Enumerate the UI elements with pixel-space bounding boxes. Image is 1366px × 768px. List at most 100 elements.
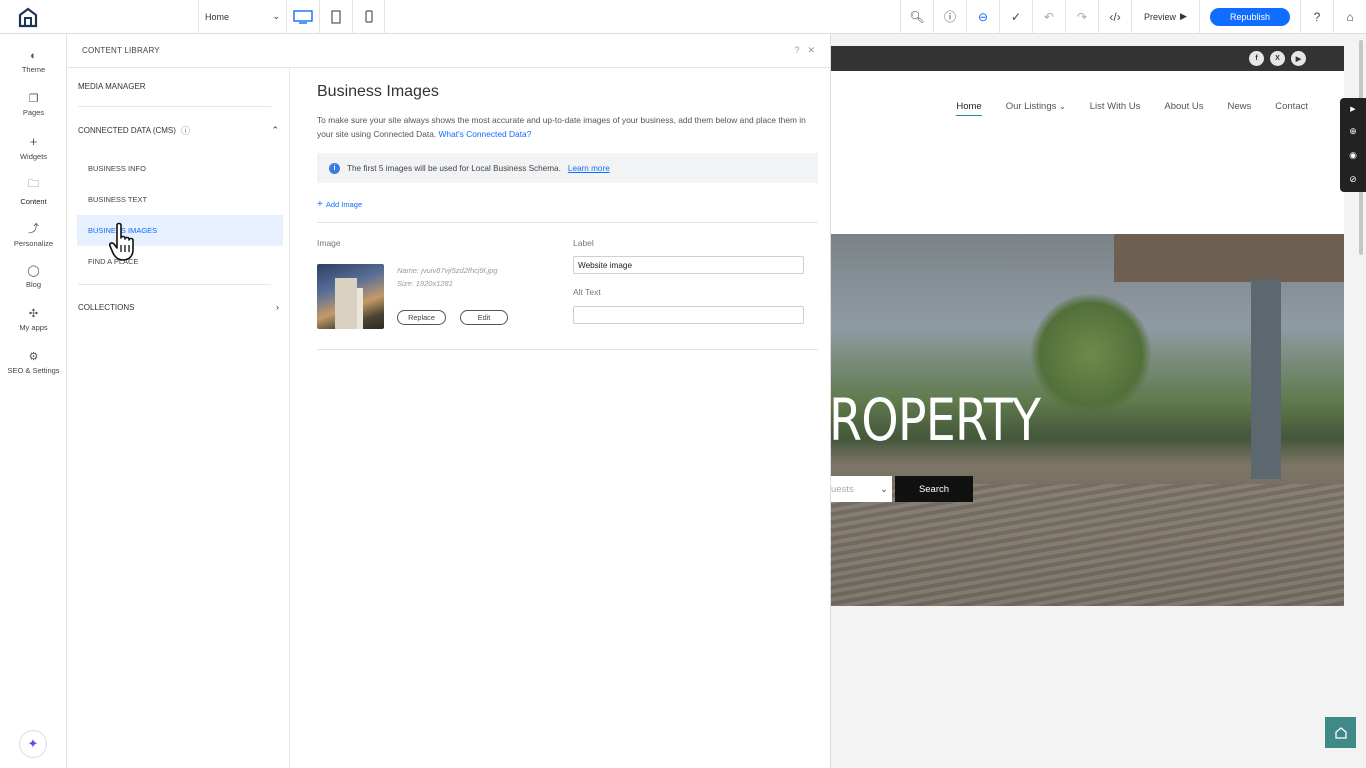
redo-button[interactable]: ↷ (1065, 0, 1098, 34)
mobile-view-button[interactable] (352, 0, 385, 34)
file-meta: Name: jvuiv87vji5zd2fhcj9l.jpg Size: 192… (397, 264, 497, 290)
site-nav-our-listings[interactable]: Our Listings ⌄ (1006, 101, 1066, 116)
page-select[interactable]: Home ⌄ (198, 0, 286, 34)
check-icon: ✓ (1011, 9, 1022, 24)
content-library-panel: CONTENT LIBRARY ? ✕ MEDIA MANAGER CONNEC… (67, 34, 831, 768)
guests-placeholder: uests (831, 483, 854, 495)
content-library-nav: MEDIA MANAGER CONNECTED DATA (CMS) ⓘ ⌃ B… (67, 68, 290, 768)
connected-data-link[interactable]: What's Connected Data? (439, 129, 532, 139)
file-name: Name: jvuiv87vji5zd2fhcj9l.jpg (397, 266, 498, 275)
youtube-icon[interactable]: ▶ (1291, 51, 1306, 66)
site-nav-our-listings-label: Our Listings (1005, 101, 1057, 112)
desktop-icon (293, 9, 313, 24)
alt-text-input[interactable] (573, 306, 804, 324)
nav-collections[interactable]: COLLECTIONS › (67, 285, 289, 329)
nav-media-manager[interactable]: MEDIA MANAGER (67, 70, 289, 102)
desktop-view-button[interactable] (286, 0, 319, 34)
sidebar-item-label: Theme (21, 64, 46, 74)
edit-button[interactable]: Edit (460, 310, 508, 325)
house-icon (1334, 726, 1347, 739)
hero-title: ROPERTY (831, 386, 1041, 454)
page-select-value: Home (205, 11, 230, 22)
page-title: Business Images (317, 83, 439, 100)
help-icon[interactable]: ? (794, 45, 799, 56)
ai-assistant-button[interactable]: ✦ (19, 730, 47, 758)
undo-icon: ↶ (1044, 9, 1055, 24)
sidebar-item-theme[interactable]: ◐ Theme (0, 40, 67, 83)
nav-business-info-label: BUSINESS INFO (88, 164, 146, 173)
preview-button[interactable]: Preview ▶ (1131, 0, 1199, 34)
site-nav-contact[interactable]: Contact (1275, 101, 1308, 116)
facebook-icon[interactable]: f (1249, 51, 1264, 66)
chevron-down-icon: ⌄ (880, 483, 888, 495)
search-icon: 🔍︎ (909, 9, 925, 24)
close-icon[interactable]: ✕ (807, 45, 815, 56)
republish-button[interactable]: Republish (1209, 7, 1290, 26)
zoom-button[interactable]: ⊖ (966, 0, 999, 34)
house-icon: ⌂ (1346, 9, 1354, 24)
sidebar-item-pages[interactable]: ❐ Pages (0, 83, 67, 126)
nav-business-text[interactable]: BUSINESS TEXT (67, 184, 289, 215)
comment-icon[interactable]: ◉ (1349, 150, 1357, 161)
left-sidebar: ◐ Theme ❐ Pages + Widgets 🗀 Content ⤴ Pe… (0, 34, 67, 768)
image-row: Image Label Name: jvuiv87vji5zd2fhcj9l.j… (317, 223, 818, 350)
sidebar-item-widgets[interactable]: + Widgets (0, 126, 67, 169)
undo-button[interactable]: ↶ (1032, 0, 1065, 34)
description-text: To make sure your site always shows the … (317, 115, 806, 139)
guests-select[interactable]: uests ⌄ (831, 476, 892, 502)
nav-find-a-place[interactable]: FIND A PLACE (67, 246, 289, 277)
gear-icon: ⚙ (28, 351, 39, 363)
add-image-label: Add Image (325, 200, 363, 209)
sidebar-item-label: SEO & Settings (7, 366, 60, 375)
alt-text-label: Alt Text (573, 287, 601, 297)
dashboard-button[interactable]: ⌂ (1333, 0, 1366, 34)
site-nav-news[interactable]: News (1227, 101, 1251, 116)
code-button[interactable]: ‹/› (1098, 0, 1131, 34)
nav-collections-label: COLLECTIONS (78, 302, 135, 312)
nav-business-info[interactable]: BUSINESS INFO (67, 153, 289, 184)
add-image-button[interactable]: + Add Image (317, 199, 818, 210)
replace-button[interactable]: Replace (397, 310, 446, 325)
nav-connected-data[interactable]: CONNECTED DATA (CMS) ⓘ ⌃ (67, 107, 289, 153)
sidebar-item-content[interactable]: 🗀 Content (0, 169, 67, 212)
check-button[interactable]: ✓ (999, 0, 1032, 34)
business-images-section: Business Images To make sure your site a… (290, 68, 831, 768)
business-image-thumbnail[interactable] (317, 264, 384, 329)
sidebar-item-label: Blog (25, 280, 41, 289)
site-preview[interactable]: f X ▶ Home Our Listings ⌄ List With Us A… (831, 46, 1344, 768)
site-home-button[interactable] (1325, 717, 1356, 748)
home-logo-icon[interactable] (0, 0, 56, 34)
site-nav-list-with-us[interactable]: List With Us (1090, 101, 1141, 116)
site-nav-about-us[interactable]: About Us (1164, 101, 1203, 116)
help-icon: ? (1313, 9, 1321, 24)
zoom-icon: ⊖ (978, 9, 989, 24)
help-button[interactable]: ? (1300, 0, 1333, 34)
chevron-down-icon: ⌄ (1059, 102, 1066, 111)
pages-icon: ❐ (28, 93, 39, 105)
sidebar-item-personalize[interactable]: ⤴ Personalize (0, 212, 67, 255)
x-icon[interactable]: X (1270, 51, 1285, 66)
site-nav-home[interactable]: Home (956, 101, 982, 116)
puzzle-icon: ✣ (28, 308, 39, 320)
file-size: Size: 1920x1281 (397, 279, 453, 288)
label-input[interactable]: Website image (573, 256, 804, 274)
learn-more-link[interactable]: Learn more (568, 164, 610, 173)
search-button[interactable]: 🔍︎ (900, 0, 933, 34)
replace-label: Replace (408, 313, 435, 322)
play-icon[interactable]: ▶ (1350, 105, 1355, 113)
sidebar-item-label: Content (20, 197, 47, 206)
sidebar-item-blog[interactable]: ◯ Blog (0, 255, 67, 298)
chevron-up-icon: ⌃ (271, 124, 279, 135)
mobile-icon (364, 10, 373, 23)
info-button[interactable]: ⓘ (933, 0, 966, 34)
tablet-view-button[interactable] (319, 0, 352, 34)
sidebar-item-seo-settings[interactable]: ⚙ SEO & Settings (0, 341, 67, 384)
sidebar-item-my-apps[interactable]: ✣ My apps (0, 298, 67, 341)
site-search-button[interactable]: Search (895, 476, 973, 502)
zoom-in-icon[interactable]: ⊕ (1349, 126, 1357, 137)
sidebar-item-label: My apps (19, 323, 48, 332)
tablet-icon (331, 9, 341, 24)
hide-icon[interactable]: ⊘ (1349, 174, 1357, 185)
redo-icon: ↷ (1077, 9, 1088, 24)
nav-media-manager-label: MEDIA MANAGER (78, 81, 146, 91)
